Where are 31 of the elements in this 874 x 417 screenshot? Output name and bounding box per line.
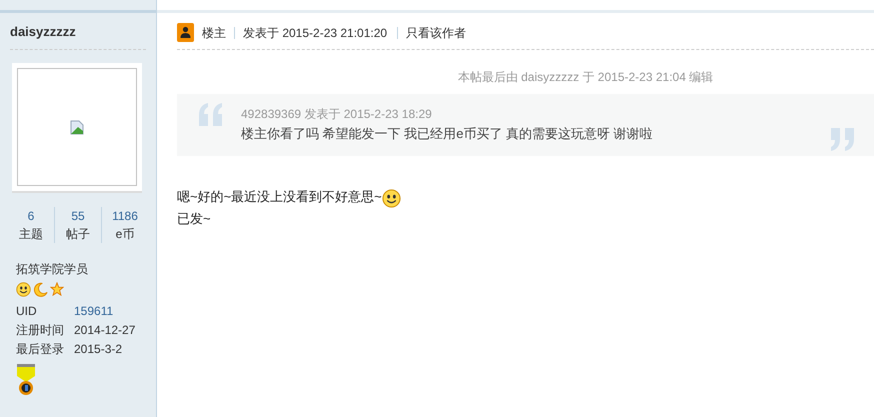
author-name[interactable]: daisyzzzzz bbox=[10, 20, 76, 42]
edit-note: 本帖最后由 daisyzzzzz 于 2015-2-23 21:04 编辑 bbox=[458, 69, 714, 86]
star-icon bbox=[50, 282, 64, 296]
sun-face-icon bbox=[16, 282, 31, 296]
stat-label: e币 bbox=[116, 226, 134, 243]
stat-label: 主题 bbox=[19, 226, 43, 243]
profile-label: 最后登录 bbox=[16, 341, 65, 358]
profile-value[interactable]: 159611 bbox=[74, 302, 114, 321]
broken-image-icon bbox=[70, 120, 84, 134]
profile-value: 2015-3-2 bbox=[74, 341, 122, 358]
profile-value: 2014-12-27 bbox=[74, 322, 136, 339]
floor-label: 楼主 bbox=[202, 24, 226, 42]
quote-mark-icon bbox=[828, 126, 856, 152]
quote-mark-icon bbox=[197, 102, 225, 128]
stat-count[interactable]: 6 bbox=[28, 207, 34, 225]
stat-count[interactable]: 55 bbox=[71, 207, 85, 225]
profile-label: UID bbox=[16, 303, 38, 320]
stat-label: 帖子 bbox=[66, 226, 90, 243]
only-author-link[interactable]: 只看该作者 bbox=[406, 24, 466, 42]
stat-count[interactable]: 1186 bbox=[112, 207, 138, 225]
smiley-icon bbox=[382, 189, 401, 208]
moon-icon bbox=[33, 282, 48, 296]
quote-header: 492839369 发表于 2015-2-23 18:29 bbox=[241, 106, 433, 123]
post-time: 发表于 2015-2-23 21:01:20 bbox=[243, 24, 388, 42]
post-text: 嗯~好的~最近没上没看到不好意思~ bbox=[177, 188, 382, 206]
profile-label: 注册时间 bbox=[16, 322, 65, 339]
post-text: 已发~ bbox=[177, 210, 211, 228]
person-icon bbox=[177, 23, 194, 42]
quote-text: 楼主你看了吗 希望能发一下 我已经用e币买了 真的需要这玩意呀 谢谢啦 bbox=[241, 125, 654, 143]
user-group: 拓筑学院学员 bbox=[16, 259, 140, 279]
medal-icon bbox=[16, 364, 36, 396]
